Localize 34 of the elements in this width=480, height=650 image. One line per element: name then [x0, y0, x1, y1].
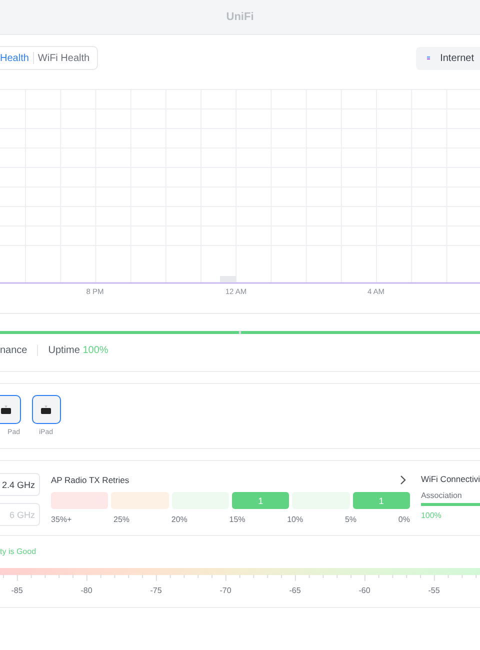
scale-label: 35%+ [51, 515, 72, 524]
window-title: UniFi [226, 11, 254, 23]
scale-label: -75 [149, 586, 163, 597]
tablet-icon [40, 404, 52, 416]
scale-label: -80 [80, 586, 94, 597]
scale-label: -65 [288, 586, 302, 597]
tablet-icon [0, 404, 12, 416]
metric-value: 100% [420, 511, 442, 520]
section-title: AP Radio TX Retries [51, 475, 130, 485]
device-tile[interactable] [32, 395, 60, 424]
internet-button[interactable]: Internet [416, 46, 480, 70]
summary-label: nance [0, 344, 28, 356]
uptime-text: Uptime 100% [48, 344, 108, 356]
legend-icon [427, 54, 430, 62]
scale-label: 5% [344, 515, 357, 524]
scale-label: 10% [287, 515, 304, 524]
scale-label: 15% [229, 515, 246, 524]
scale-label: -70 [218, 586, 232, 597]
section-title: WiFi Connectivi [420, 474, 480, 484]
status-text: ty is Good [0, 547, 38, 558]
metric-label: Association [420, 491, 463, 500]
retry-segment: 1 [352, 492, 410, 509]
retry-segment: 1 [232, 492, 290, 509]
scale-label: -85 [10, 586, 24, 597]
device-tile[interactable] [0, 395, 20, 424]
scale-label: -60 [358, 586, 372, 597]
scale-label: 0% [398, 515, 410, 524]
scale-label: -55 [427, 586, 441, 597]
scale-label: 25% [114, 515, 130, 524]
band-button[interactable]: 2.4 GHz [0, 473, 40, 496]
tab[interactable]: WiFi Health [38, 52, 93, 64]
scale-label: 20% [171, 515, 188, 524]
chevron-right-icon[interactable] [400, 475, 406, 485]
tab[interactable]: Health [0, 52, 32, 64]
